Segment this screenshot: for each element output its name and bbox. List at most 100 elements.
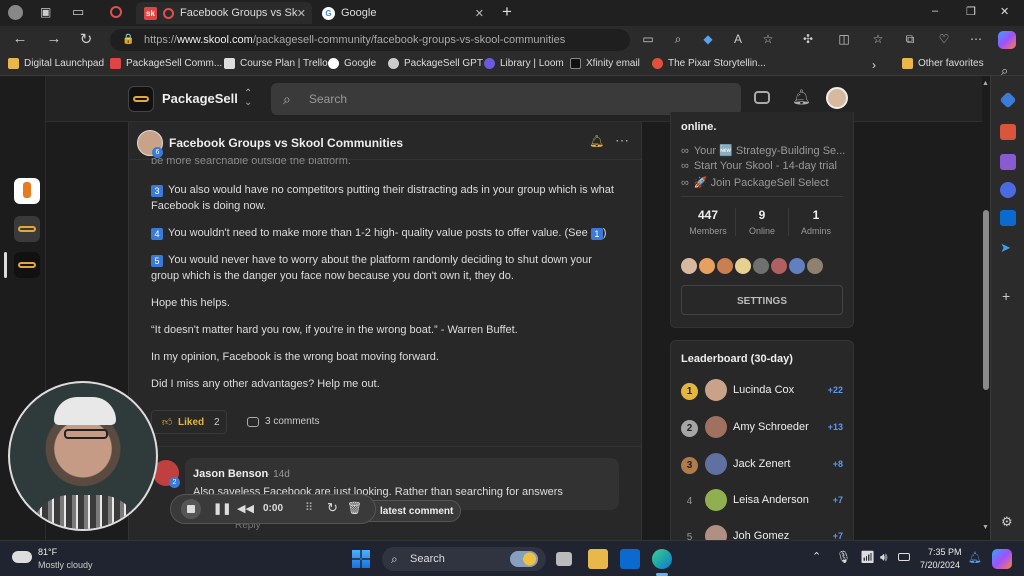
extension-tag-icon[interactable]: ◆ — [700, 32, 716, 46]
rewind-icon[interactable]: ◀◀ — [237, 502, 254, 515]
fav-packagesell-gpt[interactable]: PackageSell GPT — [388, 58, 483, 69]
games-icon[interactable] — [1000, 154, 1016, 170]
stop-recording-button[interactable] — [181, 499, 201, 519]
favorite-star-icon[interactable]: ☆ — [760, 32, 776, 46]
outlook-icon[interactable] — [1000, 210, 1016, 226]
notifications-bell-icon[interactable]: 🔔︎ — [792, 88, 811, 106]
microphone-icon[interactable]: 🎙︎ — [836, 550, 851, 564]
sidebar-settings-icon[interactable]: ⚙ — [1001, 514, 1013, 530]
collections-icon[interactable]: ⧉ — [902, 32, 918, 47]
restart-icon[interactable]: ↻ — [327, 500, 338, 516]
group-icon-torch[interactable] — [14, 178, 40, 204]
taskbar-search[interactable]: ⌕ Search — [382, 547, 546, 571]
group-link[interactable]: ∞ Your 🆕 Strategy-Building Se... — [681, 144, 845, 157]
leaderboard-row[interactable]: 2 Amy Schroeder +13 — [681, 416, 843, 442]
leaderboard-row[interactable]: 1 Lucinda Cox +22 — [681, 379, 843, 405]
add-sidebar-app-icon[interactable]: + — [1002, 288, 1010, 304]
stat-members[interactable]: 447 Members — [681, 208, 735, 236]
forward-icon[interactable]: → — [44, 30, 64, 47]
tab-google[interactable]: G Google ✕ — [314, 2, 490, 24]
extensions-icon[interactable]: ✣ — [800, 32, 816, 46]
group-link[interactable]: ∞ 🚀 Join PackageSell Select — [681, 176, 829, 189]
zoom-icon[interactable]: ⌕ — [670, 32, 686, 47]
delete-trash-icon[interactable]: 🗑︎ — [347, 501, 362, 515]
close-tab-icon[interactable]: ✕ — [475, 7, 484, 20]
show-hidden-icons-chevron-icon[interactable]: ⌃ — [812, 550, 821, 563]
fav-packagesell-comm[interactable]: PackageSell Comm... — [110, 58, 222, 69]
comments-button[interactable]: 3 comments — [245, 410, 345, 434]
leaderboard-row[interactable]: 3 Jack Zenert +8 — [681, 453, 843, 479]
maximize-button[interactable]: ❐ — [966, 5, 976, 18]
fav-other-favorites[interactable]: Other favorites — [902, 58, 984, 69]
fav-course-plan[interactable]: Course Plan | Trello — [224, 58, 328, 69]
split-screen-icon[interactable]: ◫ — [836, 32, 852, 46]
packagesell-logo[interactable] — [128, 86, 154, 112]
fav-loom[interactable]: Library | Loom — [484, 58, 564, 69]
notification-bell-icon[interactable]: 🔔︎ — [968, 551, 982, 564]
scroll-up-icon[interactable]: ▲ — [982, 80, 989, 87]
post-menu-icon[interactable]: ⋯ — [615, 132, 629, 149]
profile-avatar[interactable] — [8, 5, 23, 20]
file-explorer-icon[interactable] — [588, 549, 608, 569]
read-aloud-icon[interactable]: A — [730, 32, 746, 46]
clock-time[interactable]: 7:35 PM — [928, 547, 962, 557]
copilot-app-icon[interactable] — [1000, 182, 1016, 198]
chat-icon[interactable] — [754, 91, 770, 104]
stat-admins[interactable]: 1 Admins — [789, 208, 843, 236]
group-switch-chevron-icon[interactable]: ⌃ ⌄ — [244, 89, 252, 108]
scroll-down-icon[interactable]: ▼ — [982, 524, 989, 531]
search-sidebar-icon[interactable]: ⌕ — [1001, 63, 1008, 79]
fav-digital-launchpad[interactable]: Digital Launchpad — [8, 58, 104, 69]
comment-author[interactable]: Jason Benson — [193, 468, 268, 480]
close-window-button[interactable]: ✕ — [1000, 5, 1009, 18]
wifi-icon[interactable]: 📶︎ — [860, 550, 875, 564]
member-avatars[interactable] — [681, 258, 841, 276]
telegram-icon[interactable]: ➤ — [1000, 240, 1016, 256]
shopping-tag-icon[interactable] — [999, 91, 1017, 109]
favorites-icon[interactable]: ☆ — [870, 32, 886, 46]
more-menu-icon[interactable]: ⋯ — [968, 32, 984, 46]
performance-icon[interactable]: ♡ — [936, 32, 952, 46]
task-view-icon[interactable] — [556, 552, 572, 566]
back-icon[interactable]: ← — [10, 30, 30, 47]
follow-bell-icon[interactable]: 🔔︎ — [589, 134, 604, 148]
volume-icon[interactable]: 🔊︎ — [880, 550, 888, 565]
copilot-taskbar-icon[interactable] — [992, 549, 1012, 569]
settings-button[interactable]: SETTINGS — [681, 285, 843, 315]
fav-xfinity[interactable]: Xfinity email — [570, 58, 640, 69]
address-field[interactable]: 🔒 https://www.skool.com/packagesell-comm… — [110, 29, 630, 51]
weather-cloud-icon[interactable] — [12, 551, 32, 563]
group-link[interactable]: ∞ Start Your Skool - 14-day trial — [681, 160, 837, 172]
tab-actions-icon[interactable]: ▭ — [72, 4, 84, 20]
tab-skool[interactable]: sk Facebook Groups vs Skool C ✕ — [136, 2, 312, 24]
more-favorites-chevron-icon[interactable]: › — [872, 58, 876, 72]
workspaces-icon[interactable]: ▣ — [40, 5, 51, 19]
minimize-button[interactable]: – — [932, 5, 938, 17]
outlook-taskbar-icon[interactable] — [620, 549, 640, 569]
refresh-icon[interactable]: ↻ — [76, 30, 96, 48]
leaderboard-row[interactable]: 4 Leisa Anderson +7 — [681, 489, 843, 515]
tools-briefcase-icon[interactable] — [1000, 124, 1016, 140]
group-icon-packagesell[interactable] — [14, 252, 40, 278]
weather-temp[interactable]: 81°F — [38, 547, 57, 557]
leaderboard-row[interactable]: 5 Joh Gomez +7 — [681, 525, 843, 540]
search-input[interactable]: ⌕ Search — [271, 83, 741, 115]
pause-icon[interactable]: ❚❚ — [213, 502, 231, 515]
scrollbar-thumb[interactable] — [983, 210, 989, 390]
start-windows-icon[interactable] — [352, 550, 370, 568]
edge-taskbar-icon[interactable] — [652, 549, 672, 569]
page-scrollbar[interactable]: ▲ ▼ — [982, 76, 990, 540]
group-name[interactable]: PackageSell — [162, 91, 238, 106]
stat-online[interactable]: 9 Online — [735, 208, 789, 236]
liked-button[interactable]: 👍︎ Liked 2 — [151, 410, 227, 434]
copilot-icon[interactable] — [998, 31, 1016, 49]
drag-handle-icon[interactable]: ⠿ — [305, 501, 313, 514]
clock-date[interactable]: 7/20/2024 — [920, 560, 960, 570]
fav-pixar[interactable]: The Pixar Storytellin... — [652, 58, 766, 69]
close-tab-icon[interactable]: ✕ — [297, 7, 306, 20]
battery-icon[interactable] — [898, 553, 910, 561]
new-tab-button[interactable]: + — [502, 2, 512, 22]
user-avatar[interactable] — [826, 87, 848, 109]
group-icon-packagesell-light[interactable] — [14, 216, 40, 242]
fav-google[interactable]: Google — [328, 58, 376, 69]
